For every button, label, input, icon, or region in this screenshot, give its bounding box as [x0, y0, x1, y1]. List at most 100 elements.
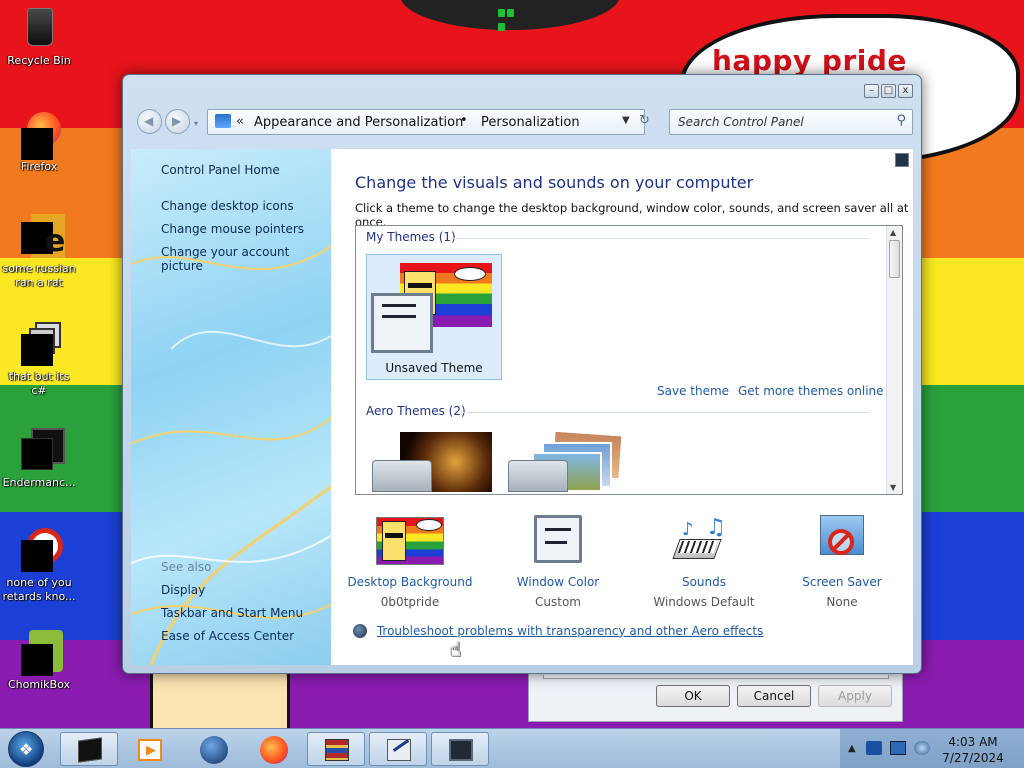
- theme-thumbnail-window: [371, 293, 433, 353]
- taskbar-app-media-player[interactable]: ▶: [120, 732, 178, 766]
- desktop-icon-endermanc[interactable]: Endermanc...: [0, 428, 78, 490]
- address-dropdown-icon[interactable]: ▼: [622, 115, 630, 126]
- screen-saver-title[interactable]: Screen Saver: [777, 575, 907, 589]
- app-icon: [17, 322, 61, 366]
- address-bar[interactable]: « Appearance and Personalization • Perso…: [207, 109, 645, 135]
- search-icon[interactable]: ⚲: [896, 113, 906, 128]
- scrollbar-thumb[interactable]: [889, 240, 900, 278]
- desktop-icon-firefox[interactable]: Firefox: [0, 112, 78, 174]
- desktop-icon-label: ChomikBox: [8, 678, 70, 691]
- control-panel-icon: [215, 114, 231, 128]
- firefox-icon: [17, 112, 61, 160]
- change-account-picture-link[interactable]: Change your account picture: [161, 245, 331, 273]
- sounds-item[interactable]: ♫ ♪ Sounds Windows Default: [639, 515, 769, 609]
- app-icon: e: [17, 214, 65, 259]
- show-hidden-icons-icon[interactable]: ▲: [848, 743, 856, 754]
- winrar-icon: [325, 739, 349, 761]
- scroll-up-icon[interactable]: ▲: [890, 228, 896, 237]
- wallpaper-green-eyes: [498, 6, 524, 31]
- caption-buttons: – □ x: [864, 84, 913, 98]
- window-color-icon: [522, 515, 594, 565]
- troubleshoot-link[interactable]: Troubleshoot problems with transparency …: [377, 624, 764, 638]
- sounds-title[interactable]: Sounds: [639, 575, 769, 589]
- help-icon[interactable]: [895, 153, 909, 167]
- maximize-button[interactable]: □: [881, 84, 896, 98]
- group-divider: [460, 412, 870, 413]
- display-link[interactable]: Display: [161, 583, 205, 597]
- ease-of-access-link[interactable]: Ease of Access Center: [161, 629, 294, 643]
- troubleshoot-row[interactable]: Troubleshoot problems with transparency …: [353, 623, 763, 638]
- tray-network-icon[interactable]: [890, 741, 906, 755]
- screen-saver-value: None: [826, 595, 858, 609]
- refresh-icon[interactable]: ↻: [639, 113, 650, 128]
- taskbar-app-winrar[interactable]: [307, 732, 365, 766]
- forward-arrow-icon: ▶: [172, 114, 182, 128]
- dialog-list-edge: [543, 675, 889, 679]
- desktop-icon-russian-rat[interactable]: e some russian ran a rat: [0, 214, 78, 290]
- desktop-background-title[interactable]: Desktop Background: [345, 575, 475, 589]
- terminal-icon: [78, 737, 102, 763]
- see-also-heading: See also: [161, 560, 212, 574]
- media-player-icon: ▶: [138, 739, 162, 761]
- change-desktop-icons-link[interactable]: Change desktop icons: [161, 199, 294, 213]
- desktop-background-icon: [374, 515, 446, 565]
- desktop-icon-label: Firefox: [20, 160, 58, 173]
- themes-scrollbar[interactable]: ▲ ▼: [886, 226, 902, 494]
- back-button[interactable]: ◀: [137, 109, 162, 134]
- ok-button[interactable]: OK: [656, 685, 730, 707]
- desktop-icon-chomikbox[interactable]: ChomikBox: [0, 630, 78, 692]
- apply-button[interactable]: Apply: [818, 685, 892, 707]
- window-color-value: Custom: [535, 595, 581, 609]
- app-icon: [17, 528, 63, 572]
- breadcrumb-appearance[interactable]: Appearance and Personalization: [254, 115, 463, 130]
- window-icon: [449, 739, 473, 761]
- aero-theme-landscapes[interactable]: [506, 429, 624, 492]
- desktop-icon-label: that but its c#: [8, 370, 70, 397]
- minimize-button[interactable]: –: [864, 84, 879, 98]
- taskbar-app-firefox[interactable]: [244, 732, 302, 766]
- unsaved-theme-tile[interactable]: Unsaved Theme: [366, 254, 502, 380]
- taskbar-app-terminal[interactable]: [60, 732, 118, 766]
- forward-button[interactable]: ▶: [165, 109, 190, 134]
- cancel-button[interactable]: Cancel: [737, 685, 811, 707]
- desktop-background-value: 0b0tpride: [380, 595, 440, 609]
- desktop-icon-none-of-you[interactable]: none of you retards kno...: [0, 528, 78, 604]
- clock-time: 4:03 AM: [948, 735, 998, 749]
- themes-list[interactable]: My Themes (1) Unsaved Theme Save theme G…: [355, 225, 903, 495]
- clock-date: 7/27/2024: [942, 751, 1004, 765]
- breadcrumb-separator-icon[interactable]: •: [460, 113, 468, 128]
- desktop-icon-label: Recycle Bin: [7, 54, 71, 67]
- start-button[interactable]: ❖: [8, 731, 44, 767]
- chevron-left-icon[interactable]: «: [236, 114, 244, 129]
- firefox-icon: [260, 736, 288, 764]
- taskbar-clock[interactable]: 4:03 AM 7/27/2024: [935, 734, 1011, 766]
- desktop-icon-that-but-csharp[interactable]: that but its c#: [0, 322, 78, 398]
- unsaved-theme-label: Unsaved Theme: [385, 361, 483, 375]
- paint-icon: [387, 739, 411, 761]
- taskbar-app-globe[interactable]: [184, 732, 242, 766]
- taskbar-app-paint[interactable]: [369, 732, 427, 766]
- my-themes-heading: My Themes (1): [366, 230, 456, 244]
- change-mouse-pointers-link[interactable]: Change mouse pointers: [161, 222, 304, 236]
- screen-saver-item[interactable]: Screen Saver None: [777, 515, 907, 609]
- taskbar-start-menu-link[interactable]: Taskbar and Start Menu: [161, 606, 303, 620]
- search-input[interactable]: Search Control Panel: [678, 115, 804, 129]
- scroll-down-icon[interactable]: ▼: [890, 483, 896, 492]
- desktop-background-item[interactable]: Desktop Background 0b0tpride: [345, 515, 475, 609]
- close-button[interactable]: x: [898, 84, 913, 98]
- hand-cursor-icon: ☝: [449, 637, 462, 661]
- aero-theme-windows[interactable]: [370, 432, 492, 492]
- desktop-icon-recycle-bin[interactable]: Recycle Bin: [0, 6, 78, 68]
- taskbar-app-window[interactable]: [431, 732, 489, 766]
- window-color-item[interactable]: Window Color Custom: [493, 515, 623, 609]
- get-more-themes-link[interactable]: Get more themes online: [738, 384, 884, 398]
- breadcrumb-personalization[interactable]: Personalization: [481, 115, 580, 130]
- control-panel-home-link[interactable]: Control Panel Home: [161, 163, 280, 177]
- recent-pages-dropdown[interactable]: ▾: [194, 119, 198, 128]
- tray-bluetooth-icon[interactable]: [866, 741, 882, 755]
- save-theme-link[interactable]: Save theme: [657, 384, 729, 398]
- search-box[interactable]: Search Control Panel ⚲: [669, 109, 913, 135]
- tray-volume-icon[interactable]: [914, 741, 930, 755]
- window-color-title[interactable]: Window Color: [493, 575, 623, 589]
- chomikbox-icon: [17, 630, 63, 676]
